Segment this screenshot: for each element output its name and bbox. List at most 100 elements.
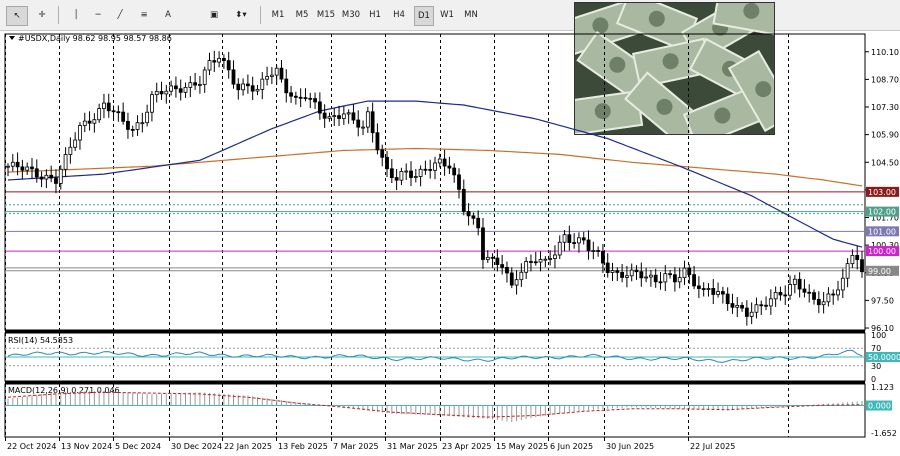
y-tick-label: 105.90 <box>871 131 899 140</box>
candle-body <box>706 288 711 290</box>
candle-body <box>653 274 658 283</box>
x-tick-label: 23 Apr 2025 <box>442 442 491 451</box>
candle-body <box>20 166 25 171</box>
candle-body <box>73 139 78 148</box>
candle-body <box>524 261 529 273</box>
candle-body <box>135 122 140 130</box>
candle-body <box>615 270 620 273</box>
candle-body <box>855 254 860 261</box>
x-tick-label: 13 Nov 2024 <box>61 442 112 451</box>
rsi-y-tick-label: 70 <box>871 344 881 353</box>
candle-body <box>476 217 481 229</box>
x-tick-label: 5 Dec 2024 <box>115 442 161 451</box>
level-label-102.00: 102.00 <box>868 208 896 217</box>
candle-body <box>500 264 505 268</box>
candle-body <box>495 257 500 265</box>
candle-body <box>380 149 385 158</box>
candle-body <box>553 254 557 259</box>
candle-body <box>92 119 97 124</box>
candle-body <box>375 132 380 151</box>
candle-body <box>269 74 274 77</box>
candle-body <box>433 162 437 171</box>
candle-body <box>313 98 317 103</box>
candle-body <box>668 273 672 276</box>
candle-body <box>797 278 802 290</box>
candle-body <box>625 275 629 278</box>
candle-body <box>284 78 289 94</box>
candle-body <box>365 111 370 128</box>
y-tick-label: 97.50 <box>871 296 894 305</box>
candle-body <box>533 261 538 264</box>
candle-body <box>174 85 178 90</box>
candle-body <box>485 256 490 260</box>
candle-body <box>140 122 145 125</box>
candle-body <box>428 169 433 171</box>
candle-body <box>586 239 591 252</box>
candle-body <box>481 227 485 260</box>
candle-body <box>217 58 222 63</box>
candle-body <box>490 256 495 259</box>
candle-body <box>404 170 409 173</box>
candle-body <box>836 289 840 296</box>
candle-body <box>581 237 586 241</box>
candle-body <box>370 111 375 134</box>
candle-body <box>188 82 193 88</box>
candle-body <box>245 83 250 87</box>
candle-body <box>241 83 245 91</box>
candle-body <box>341 113 346 119</box>
candle-body <box>279 67 284 80</box>
level-label-101.00: 101.00 <box>868 227 896 236</box>
candle-body <box>154 90 159 96</box>
x-tick-label: 22 Jul 2025 <box>690 442 735 451</box>
candle-body <box>54 177 58 184</box>
candle-body <box>159 90 164 95</box>
candle-body <box>749 311 754 317</box>
chart-header-symbol: #USDX,Daily 98.62 98.95 98.57 98.86 <box>18 34 172 43</box>
candle-body <box>289 92 293 97</box>
candle-body <box>106 102 111 112</box>
candle-body <box>164 90 169 95</box>
x-tick-label: 7 Mar 2025 <box>333 442 379 451</box>
candle-body <box>768 298 773 307</box>
candle-body <box>548 258 553 260</box>
candle-body <box>754 304 759 313</box>
y-tick-label: 107.30 <box>871 103 899 112</box>
candle-body <box>663 273 668 283</box>
candle-body <box>126 120 130 130</box>
candle-body <box>596 250 601 252</box>
candle-body <box>49 174 54 179</box>
x-tick-label: 31 Mar 2025 <box>387 442 438 451</box>
candle-body <box>332 115 337 118</box>
candle-body <box>831 293 836 296</box>
candle-body <box>658 281 663 284</box>
candle-body <box>538 259 543 263</box>
x-tick-label: 15 May 2025 <box>496 442 548 451</box>
chart-area: 22 Oct 2024 13 Nov 2024 5 Dec 2024 30 Dec 2… <box>4 33 900 451</box>
candle-body <box>778 291 783 296</box>
candle-body <box>687 267 692 276</box>
candle-body <box>322 112 327 119</box>
candle-body <box>807 291 812 294</box>
candle-body <box>298 96 303 99</box>
candle-body <box>413 176 418 178</box>
collapse-triangle-icon <box>9 36 15 40</box>
candle-body <box>461 188 466 212</box>
level-label-100.00: 100.00 <box>868 247 896 256</box>
candle-body <box>442 158 447 167</box>
candle-body <box>399 171 404 181</box>
candle-body <box>759 304 764 307</box>
candle-body <box>529 261 533 263</box>
candle-body <box>15 161 20 168</box>
candle-body <box>351 112 356 121</box>
candle-body <box>840 277 845 291</box>
x-tick-label: 13 Feb 2025 <box>278 442 328 451</box>
candle-body <box>543 258 548 261</box>
candle-body <box>68 146 73 155</box>
candle-body <box>293 95 298 98</box>
candle-body <box>634 269 639 273</box>
candle-body <box>221 58 226 62</box>
candle-body <box>25 166 30 171</box>
candle-body <box>274 67 279 76</box>
rsi-title: RSI(14) 54.5853 <box>8 336 73 345</box>
candle-body <box>10 161 15 167</box>
